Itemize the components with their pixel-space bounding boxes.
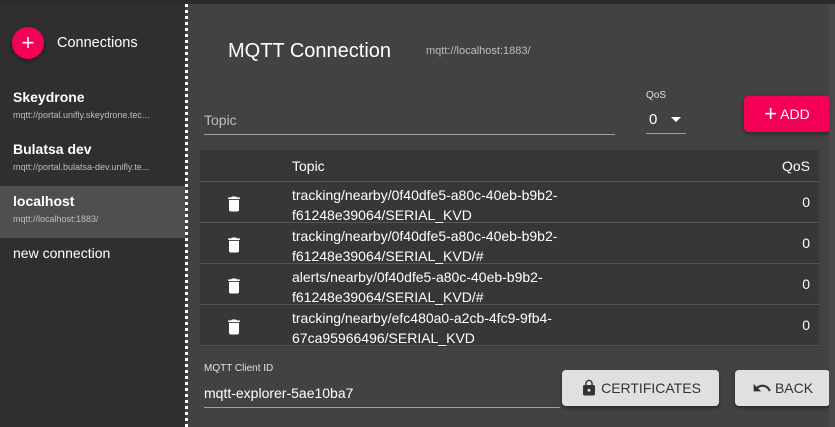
qos-cell: 0 [802, 317, 810, 333]
subscriptions-table: Topic QoS tracking/nearby/0f40dfe5-a80c-… [200, 150, 819, 347]
back-button-label: BACK [774, 380, 814, 396]
trash-icon[interactable] [224, 194, 244, 214]
topic-input[interactable] [204, 105, 615, 134]
connection-settings-panel: MQTT Connection mqtt://localhost:1883/ Q… [190, 4, 835, 427]
topic-line: tracking/nearby/0f40dfe5-a80c-40eb-b9b2- [292, 228, 558, 244]
table-row: tracking/nearby/0f40dfe5-a80c-40eb-b9b2-… [200, 223, 819, 264]
sidebar: + Connections Skeydrone mqtt://portal.un… [0, 4, 185, 427]
plus-icon: + [764, 101, 778, 126]
table-row: tracking/nearby/efc480a0-a2cb-4fc9-9fb4-… [200, 305, 819, 346]
qos-select[interactable]: 0 [646, 106, 686, 134]
qos-cell: 0 [802, 194, 810, 210]
qos-label: QoS [646, 90, 667, 101]
topic-cell: tracking/nearby/0f40dfe5-a80c-40eb-b9b2-… [292, 185, 592, 225]
connection-item-new-connection[interactable]: new connection [0, 238, 185, 290]
connection-name: Bulatsa dev [13, 141, 92, 157]
table-row: tracking/nearby/0f40dfe5-a80c-40eb-b9b2-… [200, 182, 819, 223]
sidebar-resize-handle[interactable] [185, 4, 188, 427]
trash-icon[interactable] [224, 317, 244, 337]
topic-cell: tracking/nearby/efc480a0-a2cb-4fc9-9fb4-… [292, 308, 592, 347]
connections-header-label: Connections [57, 35, 138, 51]
connection-name: localhost [13, 193, 75, 209]
connection-url: mqtt://localhost:1883/ [13, 214, 99, 224]
connection-name: Skeydrone [13, 89, 85, 105]
table-row: alerts/nearby/0f40dfe5-a80c-40eb-b9b2- f… [200, 264, 819, 305]
topic-line: f61248e39064/SERIAL_KVD [292, 207, 472, 223]
topic-cell: tracking/nearby/0f40dfe5-a80c-40eb-b9b2-… [292, 226, 592, 266]
topic-line: tracking/nearby/efc480a0-a2cb-4fc9-9fb4- [292, 310, 552, 326]
undo-icon [753, 383, 771, 392]
topic-line: alerts/nearby/0f40dfe5-a80c-40eb-b9b2- [292, 269, 543, 285]
topic-cell: alerts/nearby/0f40dfe5-a80c-40eb-b9b2- f… [292, 267, 592, 307]
column-header-qos: QoS [781, 157, 810, 174]
topic-line: f61248e39064/SERIAL_KVD/# [292, 289, 484, 305]
caret-down-icon [671, 117, 681, 122]
connection-url: mqtt://portal.unifly.skeydrone.tec... [13, 110, 150, 120]
topic-field [204, 105, 615, 135]
certificates-button-label: CERTIFICATES [601, 380, 701, 396]
back-button[interactable]: BACK [735, 370, 830, 406]
add-subscription-button[interactable]: + ADD [744, 96, 830, 132]
column-header-topic: Topic [292, 157, 325, 174]
page-title: MQTT Connection [228, 40, 392, 62]
add-button-label: ADD [780, 106, 810, 122]
scrollbar[interactable] [829, 4, 835, 427]
connections-header: + Connections [12, 27, 138, 59]
topic-line: f61248e39064/SERIAL_KVD/# [292, 248, 484, 264]
client-id-input[interactable] [204, 379, 560, 407]
connection-item-bulatsa-dev[interactable]: Bulatsa dev mqtt://portal.bulatsa-dev.un… [0, 134, 185, 186]
connection-name: new connection [13, 245, 111, 261]
qos-cell: 0 [802, 235, 810, 251]
connection-item-skeydrone[interactable]: Skeydrone mqtt://portal.unifly.skeydrone… [0, 82, 185, 134]
add-connection-button[interactable]: + [12, 27, 44, 59]
client-id-label: MQTT Client ID [204, 363, 274, 374]
client-id-field [204, 379, 560, 408]
topic-line: tracking/nearby/0f40dfe5-a80c-40eb-b9b2- [292, 187, 558, 203]
certificates-button[interactable]: CERTIFICATES [562, 370, 719, 406]
connection-url: mqtt://portal.bulatsa-dev.unifly.te... [13, 162, 150, 172]
plus-icon: + [21, 30, 35, 55]
connection-item-localhost[interactable]: localhost mqtt://localhost:1883/ [0, 186, 185, 238]
qos-select-value: 0 [649, 111, 658, 128]
connection-url-subtitle: mqtt://localhost:1883/ [426, 45, 531, 57]
trash-icon[interactable] [224, 235, 244, 255]
table-header: Topic QoS [200, 150, 819, 182]
trash-icon[interactable] [224, 276, 244, 296]
qos-cell: 0 [802, 276, 810, 292]
connection-list: Skeydrone mqtt://portal.unifly.skeydrone… [0, 82, 185, 290]
topic-line: 67ca95966496/SERIAL_KVD [292, 330, 475, 346]
lock-icon [583, 379, 596, 396]
